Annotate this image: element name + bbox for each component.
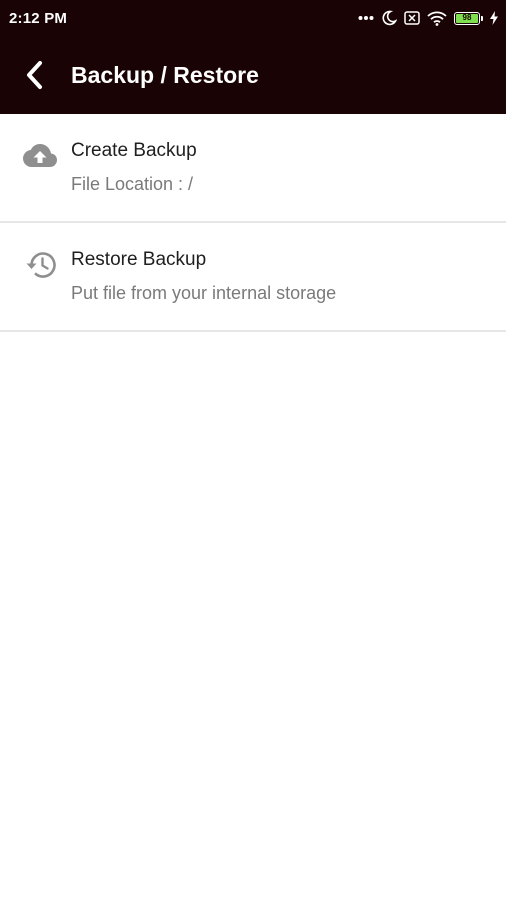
sim-off-icon: [404, 11, 420, 25]
page-title: Backup / Restore: [71, 61, 259, 88]
back-arrow-icon: [27, 61, 42, 89]
app-bar: Backup / Restore: [0, 36, 506, 114]
cloud-upload-icon: [22, 138, 58, 174]
back-button[interactable]: [14, 55, 54, 95]
status-icons: 98: [358, 10, 498, 26]
charging-bolt-icon: [490, 11, 498, 25]
create-backup-item[interactable]: Create Backup File Location : /: [0, 114, 506, 223]
history-icon: [22, 247, 58, 283]
battery-level: 98: [456, 13, 478, 23]
status-bar: 2:12 PM 98: [0, 0, 506, 36]
battery-icon: 98: [454, 11, 483, 25]
create-backup-subtitle: File Location : /: [71, 174, 194, 194]
create-backup-title: Create Backup: [71, 140, 197, 161]
backup-options-list: Create Backup File Location : / Restore …: [0, 114, 506, 332]
restore-backup-title: Restore Backup: [71, 249, 207, 270]
restore-backup-item[interactable]: Restore Backup Put file from your intern…: [0, 223, 506, 332]
status-time: 2:12 PM: [9, 9, 68, 27]
wifi-icon: [427, 11, 447, 26]
restore-backup-subtitle: Put file from your internal storage: [71, 283, 337, 303]
moon-icon: [381, 10, 397, 26]
more-dots-icon: [358, 15, 374, 21]
